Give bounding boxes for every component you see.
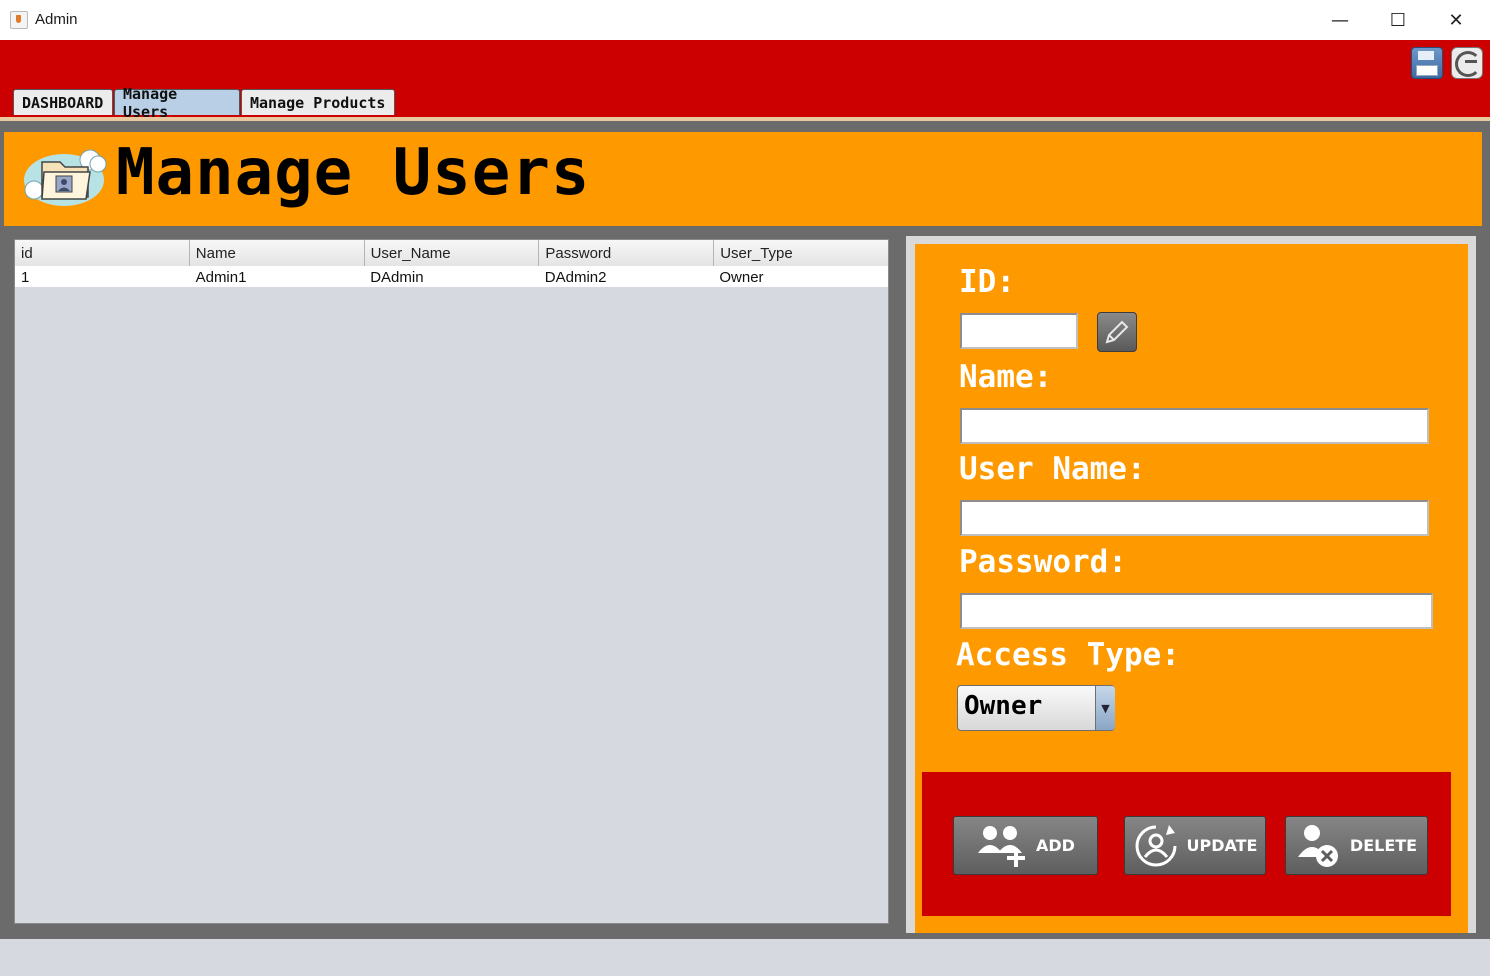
- column-header-user-name[interactable]: User_Name: [365, 240, 540, 266]
- users-table-panel[interactable]: [14, 239, 889, 924]
- name-label: Name:: [959, 359, 1053, 395]
- id-field[interactable]: [960, 313, 1078, 349]
- update-button-label: UPDATE: [1186, 836, 1258, 855]
- cell-name: Admin1: [195, 269, 247, 286]
- delete-button-label: DELETE: [1349, 836, 1418, 855]
- java-app-icon: [10, 11, 28, 29]
- close-button[interactable]: ✕: [1427, 0, 1485, 40]
- status-strip: [0, 939, 1490, 976]
- cell-password: DAdmin2: [544, 269, 607, 286]
- password-label: Password:: [959, 544, 1127, 580]
- column-header-user-type[interactable]: User_Type: [714, 240, 888, 266]
- window-title: Admin: [35, 11, 78, 28]
- save-icon[interactable]: [1411, 47, 1443, 79]
- chevron-down-icon[interactable]: ▼: [1095, 686, 1115, 730]
- delete-button[interactable]: DELETE: [1285, 816, 1428, 875]
- access-type-label: Access Type:: [956, 637, 1180, 673]
- update-user-icon: [1135, 824, 1176, 866]
- add-button-label: ADD: [1036, 836, 1075, 855]
- page-title: Manage Users: [116, 136, 591, 210]
- maximize-button[interactable]: ☐: [1369, 0, 1427, 40]
- logout-icon[interactable]: [1451, 47, 1483, 79]
- password-field[interactable]: [960, 593, 1433, 629]
- window-titlebar: [0, 0, 1490, 40]
- delete-user-icon: [1297, 824, 1338, 867]
- cell-id: 1: [21, 269, 30, 286]
- update-button[interactable]: UPDATE: [1124, 816, 1266, 875]
- add-user-icon: [978, 825, 1026, 867]
- username-field[interactable]: [960, 500, 1429, 536]
- tab-manage-users[interactable]: Manage Users: [114, 85, 240, 121]
- pencil-icon: [1105, 320, 1129, 344]
- access-type-value: Owner: [964, 691, 1043, 721]
- edit-button[interactable]: [1097, 312, 1137, 352]
- column-header-password[interactable]: Password: [539, 240, 715, 266]
- table-header: id Name User_Name Password User_Type: [15, 240, 888, 267]
- id-label: ID:: [959, 264, 1015, 300]
- column-header-name[interactable]: Name: [190, 240, 365, 266]
- tab-dashboard[interactable]: DASHBOARD: [13, 89, 113, 115]
- name-field[interactable]: [960, 408, 1429, 444]
- tab-manage-products[interactable]: Manage Products: [241, 89, 395, 115]
- users-folder-icon: [20, 140, 108, 210]
- table-row[interactable]: 1 Admin1 DAdmin DAdmin2 Owner: [15, 266, 888, 287]
- column-header-id[interactable]: id: [15, 240, 190, 266]
- cell-user-type: Owner: [719, 269, 764, 286]
- minimize-button[interactable]: —: [1311, 0, 1369, 40]
- username-label: User Name:: [959, 451, 1146, 487]
- add-button[interactable]: ADD: [953, 816, 1098, 875]
- cell-user-name: DAdmin: [370, 269, 424, 286]
